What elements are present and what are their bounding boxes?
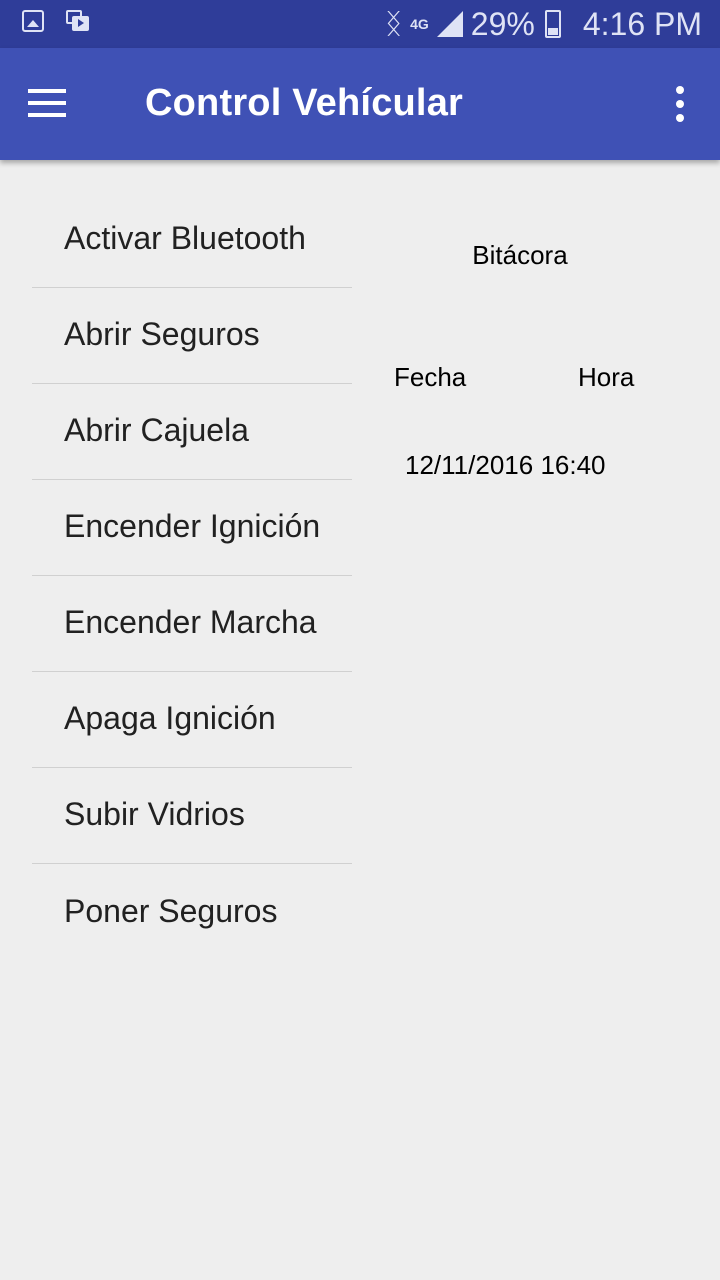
log-header-fecha: Fecha xyxy=(394,362,467,392)
command-apaga-ignicion[interactable]: Apaga Ignición xyxy=(32,672,352,768)
media-icon xyxy=(66,10,90,32)
app-bar: Control Vehícular xyxy=(0,48,720,160)
command-abrir-cajuela[interactable]: Abrir Cajuela xyxy=(32,384,352,480)
command-label: Encender Marcha xyxy=(64,604,317,640)
bluetooth-icon: ᛝ xyxy=(385,8,403,39)
clock: 4:16 PM xyxy=(582,5,702,42)
command-subir-vidrios[interactable]: Subir Vidrios xyxy=(32,768,352,864)
command-label: Apaga Ignición xyxy=(64,700,276,736)
menu-icon[interactable] xyxy=(28,89,68,119)
overflow-menu-icon[interactable] xyxy=(674,86,686,122)
status-bar-system: ᛝ 4G 29% 4:16 PM xyxy=(385,0,702,48)
command-label: Abrir Seguros xyxy=(64,316,260,352)
log-row: 12/11/2016 16:40 xyxy=(405,450,606,481)
log-header-hora: Hora xyxy=(578,362,635,392)
command-abrir-seguros[interactable]: Abrir Seguros xyxy=(32,288,352,384)
status-bar: ᛝ 4G 29% 4:16 PM xyxy=(0,0,720,48)
command-label: Encender Ignición xyxy=(64,508,321,544)
app-title: Control Vehícular xyxy=(145,82,464,124)
gallery-icon xyxy=(22,10,44,32)
command-label: Subir Vidrios xyxy=(64,796,245,832)
log-hora: 16:40 xyxy=(540,450,606,480)
command-label: Abrir Cajuela xyxy=(64,412,249,448)
network-type: 4G xyxy=(410,16,429,32)
battery-icon xyxy=(544,10,561,38)
log-title: Bitácora xyxy=(472,240,568,270)
command-encender-ignicion[interactable]: Encender Ignición xyxy=(32,480,352,576)
log-fecha: 12/11/2016 xyxy=(405,450,534,480)
command-label: Poner Seguros xyxy=(64,892,278,929)
command-list: Activar Bluetooth Abrir Seguros Abrir Ca… xyxy=(32,192,352,960)
status-bar-notifications xyxy=(22,10,90,32)
command-label: Activar Bluetooth xyxy=(64,220,306,256)
battery-percent: 29% xyxy=(470,5,535,42)
command-encender-marcha[interactable]: Encender Marcha xyxy=(32,576,352,672)
signal-icon xyxy=(436,11,463,37)
command-poner-seguros[interactable]: Poner Seguros xyxy=(32,864,352,960)
command-activar-bluetooth[interactable]: Activar Bluetooth xyxy=(32,192,352,288)
